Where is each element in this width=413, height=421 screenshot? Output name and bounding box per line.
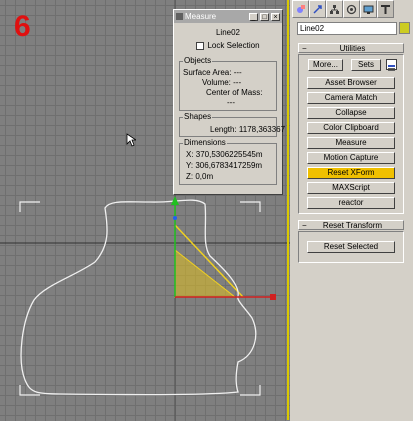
measure-title: Measure [185,12,217,21]
lock-selection-checkbox[interactable] [196,41,205,50]
reset-transform-rollout-title: Reset Transform [322,220,383,230]
reset-selected-button[interactable]: Reset Selected [307,241,395,253]
measured-object-name: Line02 [215,28,241,37]
utilities-rollout-header[interactable]: − Utilities [298,43,404,53]
collapse-minus-icon: − [302,43,307,53]
objects-group-label: Objects [183,56,213,65]
motion-icon [346,4,357,14]
command-panel: Line02 − Utilities More... Sets Asset Br… [292,0,413,421]
more-button[interactable]: More... [308,59,343,71]
reset-transform-rollout-header[interactable]: − Reset Transform [298,220,404,230]
utility-button-reset-xform[interactable]: Reset XForm [307,167,395,179]
measure-dialog: Measure _ □ × Line02 Lock Selection Obje… [173,9,285,195]
object-name-field[interactable]: Line02 [297,22,397,35]
utilities-rollout-body: More... Sets Asset Browser Camera Match … [298,54,404,214]
utility-button-camera-match[interactable]: Camera Match [307,92,395,104]
selection-brackets [19,201,261,396]
dimension-y-readout: Y: 306,6783417259m [186,161,263,170]
create-tab[interactable] [292,0,309,18]
modify-tab[interactable] [309,0,326,18]
utility-button-color-clipboard[interactable]: Color Clipboard [307,122,395,134]
gizmo-pivot [173,216,177,220]
shapes-group: Shapes Length: 1178,363367 [179,112,285,137]
object-color-swatch[interactable] [399,22,410,34]
display-tab[interactable] [360,0,377,18]
collapse-minus-icon: − [302,220,307,230]
step-number: 6 [14,10,31,43]
shapes-group-label: Shapes [183,112,213,121]
surface-area-readout: Surface Area: --- [183,68,242,77]
volume-readout: Volume: --- [202,78,242,87]
length-readout: Length: 1178,363367 [210,125,286,134]
lock-selection-label: Lock Selection [207,41,260,50]
modify-icon [313,4,322,14]
dimension-z-readout: Z: 0,0m [186,172,214,181]
utility-button-collapse[interactable]: Collapse [307,107,395,119]
utility-button-asset-browser[interactable]: Asset Browser [307,77,395,89]
utility-button-measure[interactable]: Measure [307,137,395,149]
hierarchy-tab[interactable] [326,0,343,18]
utilities-rollout-title: Utilities [339,43,366,53]
utility-button-reactor[interactable]: reactor [307,197,395,209]
utilities-tab[interactable] [377,0,394,18]
objects-group: Objects Surface Area: --- Volume: --- Ce… [179,56,277,111]
motion-tab[interactable] [343,0,360,18]
center-of-mass-label: Center of Mass: [206,88,263,97]
utilities-icon [381,4,390,14]
reset-transform-rollout-body: Reset Selected [298,231,404,263]
app-icon [176,13,183,20]
maximize-button[interactable]: □ [260,12,269,21]
hierarchy-icon [330,4,339,14]
center-of-mass-value: --- [227,98,235,107]
measure-titlebar[interactable]: Measure _ □ × [174,10,282,23]
sets-button[interactable]: Sets [351,59,381,71]
dimensions-group-label: Dimensions [183,138,227,147]
minimize-button[interactable]: _ [249,12,258,21]
create-icon [297,4,305,13]
lock-selection-row[interactable]: Lock Selection [174,41,282,50]
configure-button-sets-icon[interactable] [386,59,397,71]
close-button[interactable]: × [271,12,280,21]
dimensions-group: Dimensions X: 370,5306225545m Y: 306,678… [179,138,277,185]
display-icon [363,5,374,14]
gizmo-x-handle[interactable] [270,294,276,300]
utility-button-motion-capture[interactable]: Motion Capture [307,152,395,164]
command-panel-tabs [292,0,413,20]
utility-button-maxscript[interactable]: MAXScript [307,182,395,194]
dimension-x-readout: X: 370,5306225545m [186,150,263,159]
mouse-pointer-icon [126,133,136,147]
